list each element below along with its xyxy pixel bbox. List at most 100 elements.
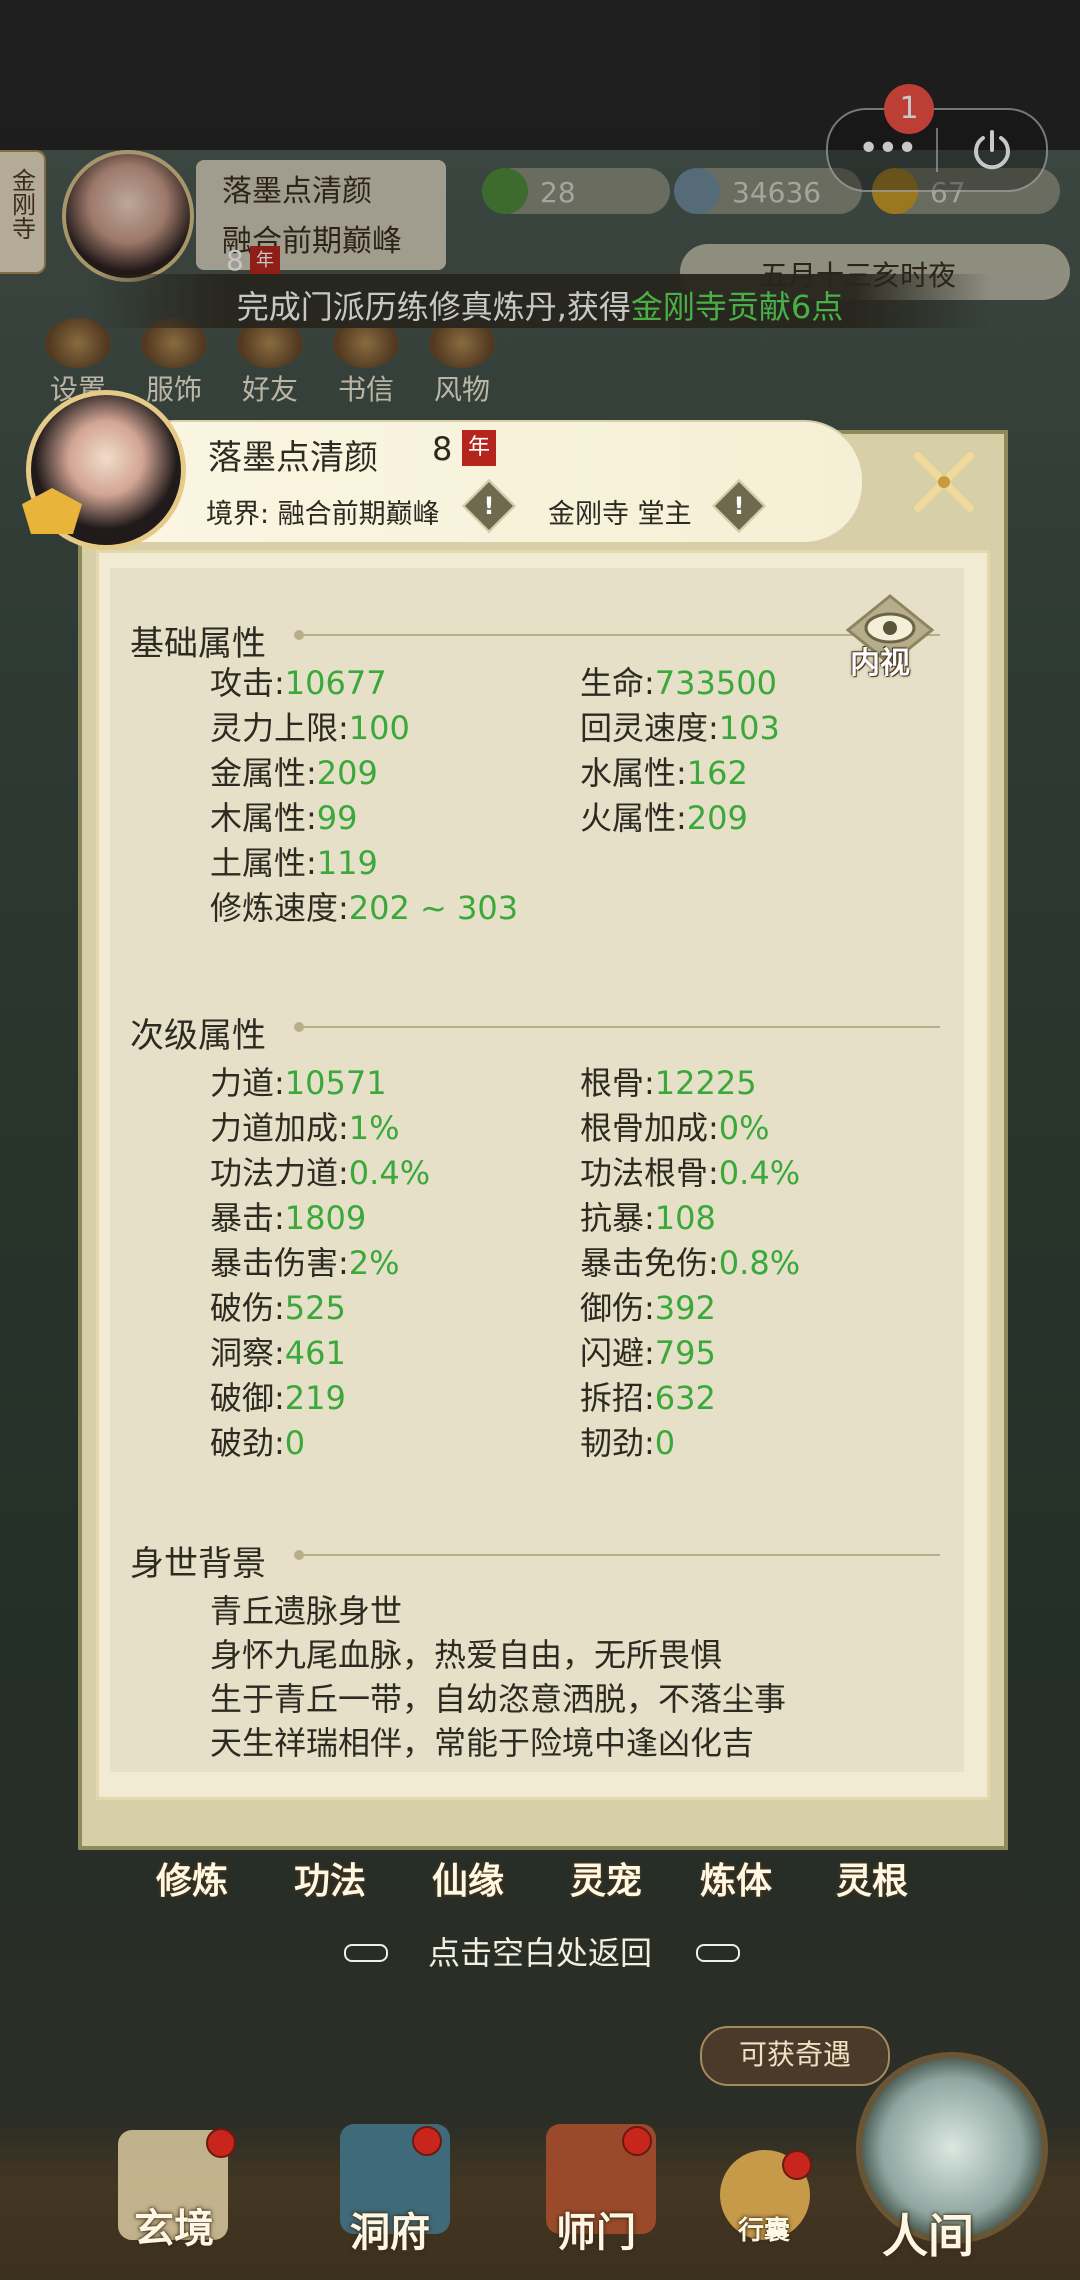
stat-tenacity: 韧劲:0 [580, 1418, 675, 1464]
character-name: 落墨点清颜 [208, 438, 378, 478]
stat-attack: 攻击:10677 [210, 658, 387, 704]
stat-label: 洞察: [210, 1334, 285, 1372]
nav-xuanjing[interactable]: 玄境 [134, 2196, 214, 2254]
stat-technique-strength: 功法力道:0.4% [210, 1148, 430, 1194]
year-badge: 年 [462, 430, 496, 466]
stat-value: 733500 [654, 664, 777, 702]
stat-label: 力道加成: [210, 1109, 349, 1147]
stat-value: 162 [686, 754, 748, 792]
stat-label: 火属性: [580, 799, 687, 837]
tab-fate[interactable]: 仙缘 [432, 1852, 504, 1904]
stat-label: 功法根骨: [580, 1154, 719, 1192]
background-line: 身怀九尾血脉，热爱自由，无所畏惧 [210, 1636, 723, 1674]
stat-strength: 力道:10571 [210, 1058, 387, 1104]
stat-label: 金属性: [210, 754, 317, 792]
stat-constitution: 根骨:12225 [580, 1058, 757, 1104]
stat-label: 闪避: [580, 1334, 655, 1372]
stat-crit-resist: 抗暴:108 [580, 1193, 716, 1239]
character-realm: 境界: 融合前期巅峰 [206, 499, 440, 530]
stat-label: 拆招: [580, 1379, 655, 1417]
stat-label: 土属性: [210, 844, 317, 882]
nav-shimen[interactable]: 师门 [556, 2200, 636, 2258]
stat-value: 461 [284, 1334, 346, 1372]
stat-value: 0% [718, 1109, 770, 1147]
inner-view-label: 内视 [850, 646, 910, 681]
stat-label: 攻击: [210, 664, 285, 702]
stat-label: 破劲: [210, 1424, 285, 1462]
stat-value: 202 ~ 303 [348, 889, 519, 927]
badge-dot [622, 2126, 652, 2156]
tab-cultivate[interactable]: 修炼 [156, 1852, 228, 1904]
adventure-button[interactable]: 可获奇遇 [700, 2026, 890, 2086]
stat-label: 灵力上限: [210, 709, 349, 747]
stat-insight: 洞察:461 [210, 1328, 346, 1374]
stat-value: 0 [654, 1424, 676, 1462]
stat-value: 209 [686, 799, 748, 837]
badge-dot [782, 2150, 812, 2180]
stat-crit-damage: 暴击伤害:2% [210, 1238, 400, 1284]
tab-technique[interactable]: 功法 [294, 1852, 366, 1904]
stat-value: 0 [284, 1424, 306, 1462]
stat-label: 韧劲: [580, 1424, 655, 1462]
stat-label: 修炼速度: [210, 889, 349, 927]
stat-earth: 土属性:119 [210, 838, 378, 884]
tap-to-return-hint: 点击空白处返回 [427, 1934, 652, 1972]
stat-label: 抗暴: [580, 1199, 655, 1237]
stat-value: 0.8% [718, 1244, 801, 1282]
stat-value: 632 [654, 1379, 716, 1417]
stat-label: 御伤: [580, 1289, 655, 1327]
stat-label: 回灵速度: [580, 709, 719, 747]
section-divider [294, 1550, 940, 1560]
stat-cultivation-speed: 修炼速度:202 ~ 303 [210, 883, 518, 929]
stat-break-force: 破劲:0 [210, 1418, 305, 1464]
stat-value: 100 [348, 709, 410, 747]
stat-fire: 火属性:209 [580, 793, 748, 839]
tab-root[interactable]: 灵根 [836, 1852, 908, 1904]
stat-label: 暴击: [210, 1199, 285, 1237]
stat-value: 103 [718, 709, 780, 747]
stat-label: 根骨: [580, 1064, 655, 1102]
nav-renjian[interactable]: 人间 [882, 2200, 974, 2266]
badge-dot [412, 2126, 442, 2156]
stat-label: 生命: [580, 664, 655, 702]
stat-value: 2% [348, 1244, 400, 1282]
stat-value: 795 [654, 1334, 716, 1372]
stat-guard: 御伤:392 [580, 1283, 716, 1329]
stat-value: 219 [284, 1379, 346, 1417]
stat-constitution-bonus: 根骨加成:0% [580, 1103, 770, 1149]
stat-label: 暴击免伤: [580, 1244, 719, 1282]
stat-dodge: 闪避:795 [580, 1328, 716, 1374]
tab-body[interactable]: 炼体 [700, 1852, 772, 1904]
feature-tabs: 修炼 功法 仙缘 灵宠 炼体 灵根 [140, 1852, 940, 1922]
tab-pet[interactable]: 灵宠 [570, 1852, 642, 1904]
stat-wood: 木属性:99 [210, 793, 358, 839]
nav-bag[interactable]: 行囊 [738, 2210, 790, 2247]
stat-counter: 拆招:632 [580, 1373, 716, 1419]
character-sect: 金刚寺 堂主 [548, 499, 692, 530]
hint-deco-right [696, 1944, 740, 1962]
stat-label: 水属性: [580, 754, 687, 792]
stat-value: 392 [654, 1289, 716, 1327]
stat-value: 10677 [284, 664, 387, 702]
attributes-scroll-area[interactable]: 基础属性 内视 攻击:10677 生命:733500 灵力上限:100 回灵速度… [110, 568, 964, 1772]
stat-value: 1% [348, 1109, 400, 1147]
character-level: 8 [432, 430, 453, 468]
stat-label: 功法力道: [210, 1154, 349, 1192]
background-title: 身世背景 [130, 1544, 266, 1584]
stat-label: 破伤: [210, 1289, 285, 1327]
stat-water: 水属性:162 [580, 748, 748, 794]
stat-mana-cap: 灵力上限:100 [210, 703, 410, 749]
nav-dongfu[interactable]: 洞府 [350, 2200, 430, 2258]
stat-value: 10571 [284, 1064, 387, 1102]
adventure-label: 可获奇遇 [738, 2038, 851, 2071]
close-button[interactable] [904, 442, 984, 522]
badge-dot [206, 2128, 236, 2158]
background-line: 生于青丘一带，自幼恣意洒脱，不落尘事 [210, 1680, 787, 1718]
stat-label: 破御: [210, 1379, 285, 1417]
stat-break-defense: 破御:219 [210, 1373, 346, 1419]
stat-value: 108 [654, 1199, 716, 1237]
section-divider [294, 1022, 940, 1032]
stat-crit: 暴击:1809 [210, 1193, 366, 1239]
stat-value: 525 [284, 1289, 346, 1327]
background-line: 天生祥瑞相伴，常能于险境中逢凶化吉 [210, 1724, 755, 1762]
